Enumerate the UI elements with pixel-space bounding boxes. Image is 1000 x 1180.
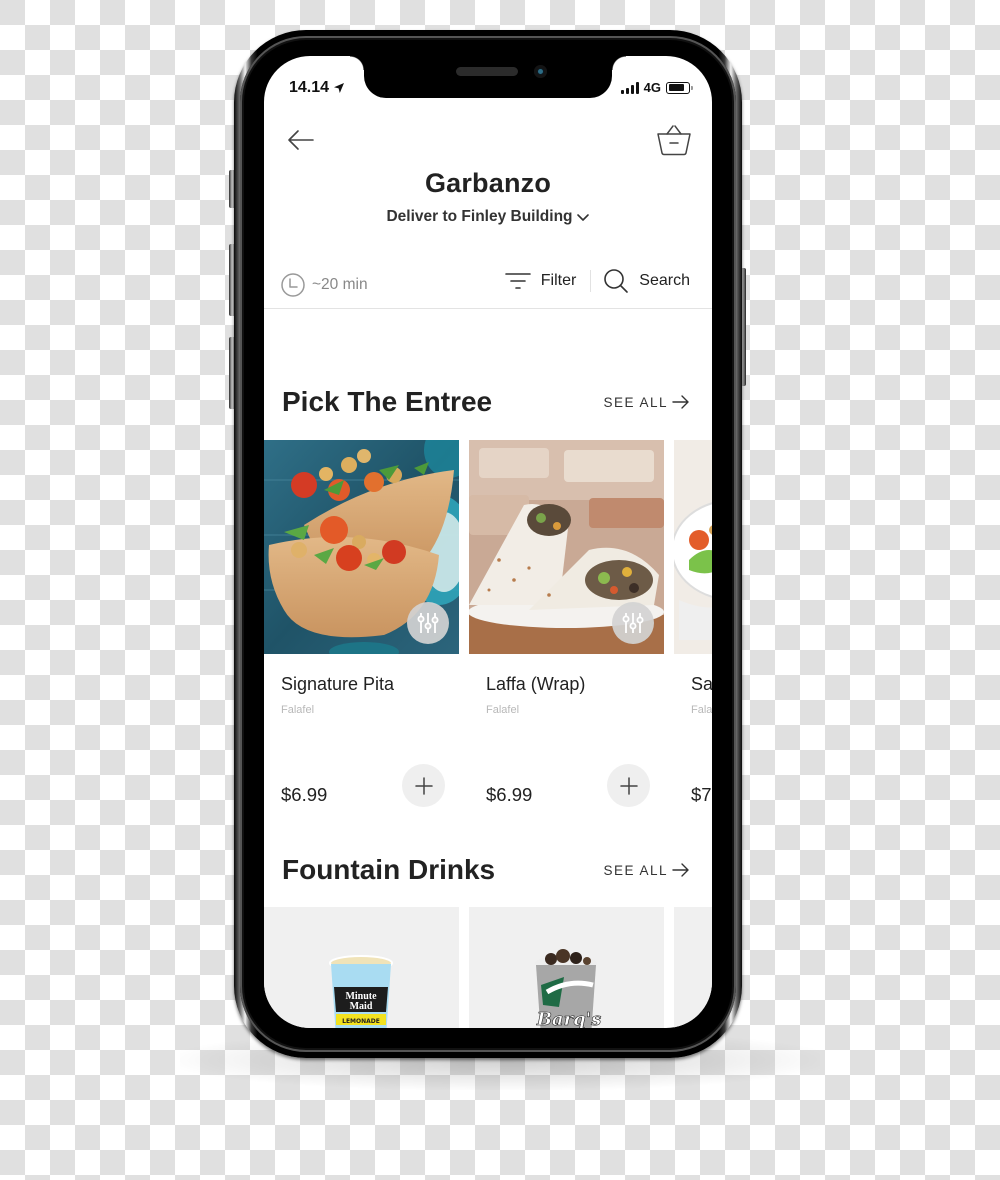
menu-item-card[interactable]: Sa Fala $7 (674, 440, 712, 805)
entree-carousel: Signature Pita Falafel $6.99 Laffa (Wrap… (264, 440, 712, 807)
speaker (456, 67, 518, 76)
drink-card[interactable]: Minute Maid LEMONADE (264, 907, 459, 1028)
section-title: Fountain Drinks (282, 854, 496, 885)
front-camera (534, 65, 547, 78)
item-name: Laffa (Wrap) (486, 674, 586, 694)
item-subtitle: Falafel (486, 704, 520, 716)
arrow-right-icon (672, 395, 689, 409)
menu-item-card[interactable]: Signature Pita Falafel $6.99 (264, 440, 459, 807)
item-price: $6.99 (281, 784, 328, 805)
add-to-cart-button[interactable] (607, 764, 650, 807)
sliders-icon (622, 613, 644, 633)
chevron-down-icon (576, 214, 589, 221)
salad-bowl-photo (674, 440, 712, 654)
filter-button[interactable]: Filter (504, 272, 577, 290)
section-header-entree: Pick The Entree SEE ALL (282, 386, 690, 418)
clock-icon (281, 273, 305, 297)
pita-sandwich-photo (264, 440, 459, 654)
status-time-text: 14.14 (289, 79, 330, 96)
section-title: Pick The Entree (282, 386, 493, 417)
toolbar-separator (590, 270, 592, 292)
add-to-cart-button[interactable] (402, 764, 445, 807)
see-all-entree-link[interactable]: SEE ALL (603, 395, 690, 410)
item-price: $7 (691, 784, 712, 805)
drink-label: LEMONADE (342, 1018, 380, 1025)
plus-icon (619, 776, 638, 795)
delivery-location-selector[interactable]: Deliver to Finley Building (264, 208, 712, 226)
search-button[interactable]: Search (603, 268, 690, 294)
sliders-icon (417, 613, 439, 633)
search-icon (604, 269, 629, 293)
restaurant-name: Garbanzo (424, 168, 552, 198)
barqs-root-beer-cup: Barq's (535, 949, 602, 1028)
location-arrow-icon (334, 83, 345, 93)
battery-icon (666, 81, 693, 94)
see-all-label: SEE ALL (603, 394, 668, 410)
eta-text: ~20 min (312, 276, 368, 293)
arrow-left-icon (288, 130, 314, 150)
signal-bars-icon (620, 81, 639, 94)
drinks-carousel: Minute Maid LEMONADE Barq's (264, 907, 712, 1028)
see-all-drinks-link[interactable]: SEE ALL (603, 863, 690, 878)
phone-screen: 14.14 4G Garbanzo Deliver to Finley Buil… (264, 56, 712, 1028)
back-button[interactable] (284, 126, 318, 154)
toolbar-divider (264, 308, 712, 309)
see-all-label: SEE ALL (603, 862, 668, 878)
item-name: Sa (691, 674, 712, 694)
notch (350, 56, 626, 98)
drink-card[interactable] (674, 907, 712, 1028)
delivery-location-label: Deliver to Finley Building (386, 208, 573, 225)
status-time: 14.14 (289, 79, 345, 97)
salad-illustration (674, 440, 712, 654)
brand-line2: Maid (350, 1001, 373, 1012)
status-indicators: 4G (620, 80, 693, 95)
item-name: Signature Pita (281, 674, 395, 694)
delivery-eta: ~20 min (280, 272, 368, 298)
arrow-right-icon (672, 863, 689, 877)
network-type: 4G (643, 80, 661, 95)
section-header-drinks: Fountain Drinks SEE ALL (282, 854, 690, 886)
item-subtitle: Fala (691, 704, 712, 716)
wrap-photo (469, 440, 664, 654)
search-label: Search (639, 272, 690, 289)
basket-icon (657, 125, 691, 156)
toolbar-actions: Filter Search (504, 268, 690, 294)
minute-maid-lemonade-cup: Minute Maid LEMONADE (329, 955, 393, 1028)
menu-item-card[interactable]: Laffa (Wrap) Falafel $6.99 (469, 440, 664, 807)
filter-icon (504, 273, 531, 289)
item-subtitle: Falafel (281, 704, 315, 716)
drink-card[interactable]: Barq's (469, 907, 664, 1028)
customize-button[interactable] (407, 602, 449, 644)
filter-label: Filter (540, 272, 577, 289)
plus-icon (414, 776, 433, 795)
customize-button[interactable] (612, 602, 654, 644)
drink-brand: Barq's (536, 1009, 602, 1028)
item-price: $6.99 (486, 784, 533, 805)
cart-button[interactable] (654, 122, 694, 158)
battery-level (668, 84, 684, 91)
